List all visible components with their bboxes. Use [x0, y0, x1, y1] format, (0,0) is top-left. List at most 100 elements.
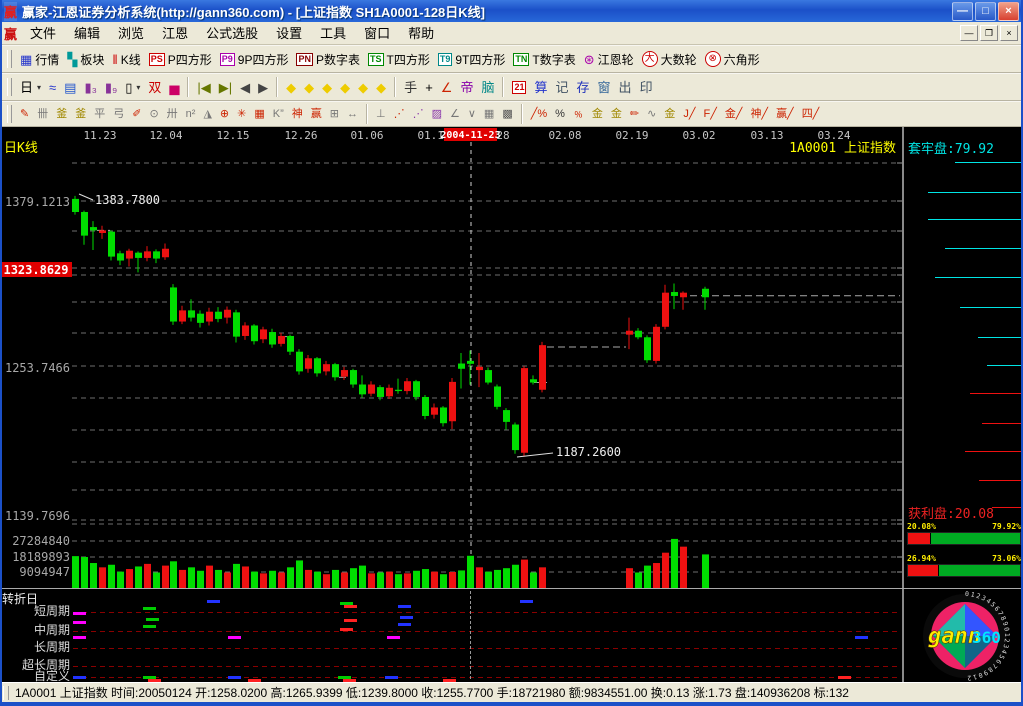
- gann-diamond-4-button[interactable]: ◆: [336, 79, 354, 96]
- 9p-square-button[interactable]: P99P四方形: [216, 50, 293, 69]
- hexagon-button[interactable]: ⊗六角形: [701, 50, 764, 69]
- mdi-restore-button[interactable]: ❐: [980, 25, 998, 41]
- gann-diamond-3-button[interactable]: ◆: [318, 79, 336, 96]
- tool-fan-purple[interactable]: ⋰: [409, 106, 428, 123]
- tool-fan-red[interactable]: ⋰: [390, 106, 409, 123]
- cycle-rows-area[interactable]: 转折日短周期中周期长周期超长周期自定义: [0, 589, 902, 682]
- tool-shen[interactable]: 神: [288, 106, 307, 123]
- bars-3-button[interactable]: ▮₃: [80, 79, 100, 96]
- tool-percent-slash[interactable]: ╱%: [527, 106, 551, 123]
- tool-target[interactable]: ⊕: [216, 106, 233, 123]
- tool-j-line[interactable]: J╱: [679, 106, 699, 123]
- menu-view[interactable]: 浏览: [109, 24, 153, 43]
- tool-grid-b[interactable]: ▩: [498, 106, 516, 123]
- next-bar-button[interactable]: ▶: [254, 79, 272, 96]
- crosshair-button[interactable]: +: [421, 79, 437, 96]
- tool-n-square[interactable]: n²: [182, 106, 200, 123]
- print-button[interactable]: 印: [636, 79, 657, 96]
- close-button[interactable]: ×: [998, 2, 1019, 21]
- tool-web-purple[interactable]: ▨: [428, 106, 446, 123]
- mdi-close-button[interactable]: ×: [1000, 25, 1018, 41]
- tool-grid-a[interactable]: ▦: [480, 106, 498, 123]
- gann-diamond-5-button[interactable]: ◆: [354, 79, 372, 96]
- toolbar-grip[interactable]: [7, 78, 12, 96]
- kline-button[interactable]: ‖K线: [108, 50, 144, 69]
- kline-chart-canvas[interactable]: 11.2312.0412.1512.2601.0601.172802.0802.…: [0, 127, 902, 588]
- tool-k-quote[interactable]: K”: [269, 106, 288, 123]
- export-button[interactable]: 出: [615, 79, 636, 96]
- menu-tools[interactable]: 工具: [311, 24, 355, 43]
- bars-9-button[interactable]: ▮₉: [101, 79, 121, 96]
- tool-gold-c[interactable]: 金: [660, 106, 679, 123]
- gann-diamond-6-button[interactable]: ◆: [372, 79, 390, 96]
- emperor-tool-button[interactable]: 帝: [456, 79, 477, 96]
- menu-gann[interactable]: 江恩: [153, 24, 197, 43]
- tool-wave[interactable]: ∿: [643, 106, 660, 123]
- big-number-wheel-button[interactable]: 大大数轮: [638, 50, 701, 69]
- windows-button[interactable]: 窗: [594, 79, 615, 96]
- mdi-minimize-button[interactable]: —: [960, 25, 978, 41]
- tool-pen-2[interactable]: ✐: [128, 106, 145, 123]
- candle-style-button[interactable]: ▯▾: [121, 79, 144, 96]
- tool-f-line[interactable]: F╱: [699, 106, 720, 123]
- tool-pencil-red[interactable]: ✏: [626, 106, 643, 123]
- menu-help[interactable]: 帮助: [399, 24, 443, 43]
- save-button[interactable]: 存: [573, 79, 594, 96]
- calendar-button[interactable]: 21: [508, 80, 530, 95]
- tool-percent-red[interactable]: ﹪: [569, 106, 588, 123]
- tool-grid-30[interactable]: 卅: [163, 106, 182, 123]
- tool-percent[interactable]: %: [551, 106, 569, 123]
- quotes-button[interactable]: ▦行情: [16, 50, 63, 69]
- period-select-button[interactable]: 日▾: [16, 79, 45, 96]
- info-list-button[interactable]: ▤: [60, 79, 80, 96]
- tool-star-web[interactable]: ✳: [233, 106, 250, 123]
- tool-vee[interactable]: ∨: [464, 106, 480, 123]
- curve-button[interactable]: ≈: [45, 79, 60, 96]
- tool-circle-dot[interactable]: ⊙: [145, 106, 162, 123]
- tool-number-grid[interactable]: ⊞: [326, 106, 343, 123]
- first-bar-button[interactable]: |◀: [193, 79, 214, 96]
- pan-hand-button[interactable]: 手: [400, 79, 421, 96]
- menu-file[interactable]: 文件: [21, 24, 65, 43]
- title-bar[interactable]: 赢 赢家-江恩证券分析系统(http://gann360.com) - [上证指…: [0, 0, 1023, 22]
- tool-comb[interactable]: 卌: [33, 106, 52, 123]
- menu-edit[interactable]: 编辑: [65, 24, 109, 43]
- p-number-table-button[interactable]: PNP数字表: [292, 50, 364, 69]
- tool-width-arrow[interactable]: ↔: [343, 106, 362, 123]
- tool-ying-line[interactable]: 赢╱: [772, 106, 798, 123]
- tool-gold-b[interactable]: 金: [607, 106, 626, 123]
- brain-tool-button[interactable]: 脑: [477, 79, 498, 96]
- tool-red-grid[interactable]: ▦: [250, 106, 268, 123]
- tool-gold-gate-2[interactable]: 釜: [71, 106, 90, 123]
- tool-gold-a[interactable]: 金: [588, 106, 607, 123]
- tool-si-line[interactable]: 四╱: [798, 106, 824, 123]
- tool-gold-line[interactable]: 金╱: [721, 106, 747, 123]
- angle-measure-button[interactable]: ∠: [437, 79, 457, 96]
- gann-diamond-2-button[interactable]: ◆: [300, 79, 318, 96]
- tool-angle-2[interactable]: ∠: [446, 106, 464, 123]
- 9t-square-button[interactable]: T99T四方形: [434, 50, 510, 69]
- last-bar-button[interactable]: ▶|: [215, 79, 236, 96]
- tool-t-shape[interactable]: ⊥: [372, 106, 390, 123]
- gann-wheel-button[interactable]: ⊛江恩轮: [580, 50, 638, 69]
- sectors-button[interactable]: ▚板块: [63, 50, 108, 69]
- histogram-button[interactable]: ▅: [165, 79, 183, 96]
- t-number-table-button[interactable]: TNT数字表: [509, 50, 579, 69]
- prev-bar-button[interactable]: ◀: [236, 79, 254, 96]
- tool-ying[interactable]: 赢: [307, 106, 326, 123]
- menu-window[interactable]: 窗口: [355, 24, 399, 43]
- tool-gold-gate-1[interactable]: 釜: [52, 106, 71, 123]
- dual-view-button[interactable]: 双: [144, 79, 165, 96]
- menu-formula-picker[interactable]: 公式选股: [197, 24, 267, 43]
- tool-level[interactable]: 平: [90, 106, 109, 123]
- tool-angle-sail[interactable]: ◮: [199, 106, 215, 123]
- calculator-button[interactable]: 算: [530, 79, 551, 96]
- p-square-button[interactable]: PSP四方形: [145, 50, 216, 69]
- minimize-button[interactable]: —: [952, 2, 973, 21]
- maximize-button[interactable]: □: [975, 2, 996, 21]
- tool-shen-line[interactable]: 神╱: [746, 106, 772, 123]
- menu-settings[interactable]: 设置: [267, 24, 311, 43]
- toolbar-grip[interactable]: [7, 50, 12, 68]
- toolbar-grip[interactable]: [7, 105, 12, 123]
- tool-pen[interactable]: ✎: [16, 106, 33, 123]
